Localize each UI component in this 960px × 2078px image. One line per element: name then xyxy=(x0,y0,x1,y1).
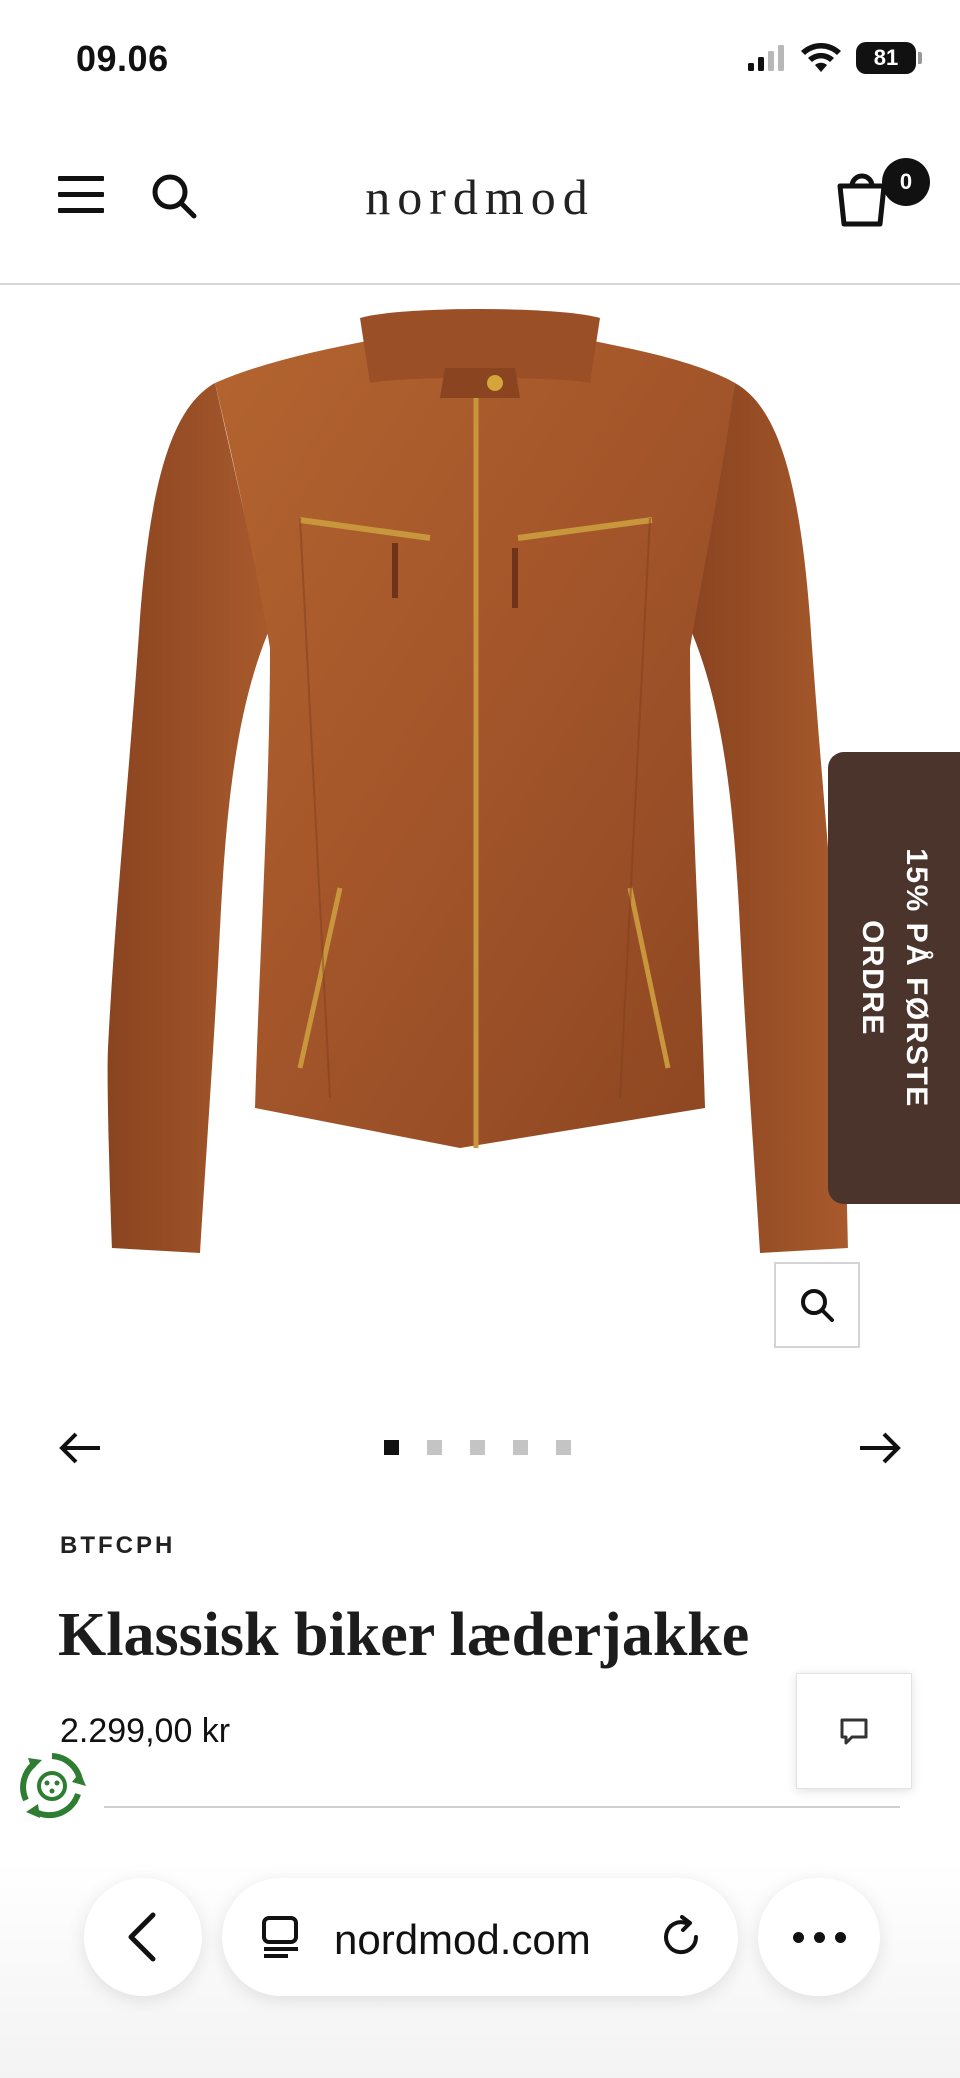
more-dot-icon xyxy=(813,1931,825,1943)
eco-badge[interactable] xyxy=(16,1750,88,1822)
more-dot-icon xyxy=(834,1931,846,1943)
leather-jacket-image xyxy=(107,309,848,1253)
more-dot-icon xyxy=(792,1931,804,1943)
arrow-right-icon xyxy=(860,1432,901,1464)
carousel-prev-button[interactable] xyxy=(56,1424,104,1472)
recycle-icon xyxy=(20,1753,86,1819)
cart-count-badge: 0 xyxy=(882,158,930,206)
product-image[interactable] xyxy=(0,288,960,1348)
zoom-button[interactable] xyxy=(774,1262,860,1348)
carousel-dot[interactable] xyxy=(513,1440,528,1455)
carousel-nav xyxy=(0,1418,960,1478)
promo-tab[interactable]: 15% PÅ FØRSTE ORDRE xyxy=(828,752,960,1204)
chat-button[interactable] xyxy=(796,1673,912,1789)
signal-icon xyxy=(748,45,784,71)
promo-label: 15% PÅ FØRSTE ORDRE xyxy=(856,848,933,1108)
battery-level: 81 xyxy=(873,45,899,70)
chevron-left-icon xyxy=(128,1912,156,1962)
status-icons: 81 xyxy=(746,42,922,74)
carousel-dot[interactable] xyxy=(556,1440,571,1455)
carousel-dot[interactable] xyxy=(384,1440,399,1455)
carousel-dot[interactable] xyxy=(470,1440,485,1455)
carousel-next-button[interactable] xyxy=(856,1424,904,1472)
wifi-icon xyxy=(801,43,841,72)
chat-bubble-icon xyxy=(840,1718,868,1745)
address-url: nordmod.com xyxy=(334,1916,591,1963)
browser-back-button[interactable] xyxy=(84,1878,202,1996)
reader-mode-icon[interactable] xyxy=(258,1914,304,1960)
battery-icon: 81 xyxy=(856,42,922,74)
site-header: nordmod 0 xyxy=(0,120,960,285)
address-bar[interactable]: nordmod.com xyxy=(222,1878,738,1996)
browser-toolbar: nordmod.com xyxy=(0,1860,960,2078)
magnifier-icon xyxy=(801,1289,834,1322)
product-brand[interactable]: BTFCPH xyxy=(60,1532,175,1560)
status-bar: 09.06 81 xyxy=(0,0,960,120)
browser-more-button[interactable] xyxy=(758,1878,880,1996)
site-logo[interactable]: nordmod xyxy=(0,168,960,226)
product-price: 2.299,00 kr xyxy=(60,1712,231,1750)
carousel-dots xyxy=(384,1440,571,1455)
status-time: 09.06 xyxy=(76,38,169,79)
divider xyxy=(104,1806,900,1808)
carousel-dot[interactable] xyxy=(427,1440,442,1455)
product-title: Klassisk biker læderjakke xyxy=(58,1601,750,1669)
reload-icon[interactable] xyxy=(658,1914,704,1960)
arrow-left-icon xyxy=(59,1432,100,1464)
